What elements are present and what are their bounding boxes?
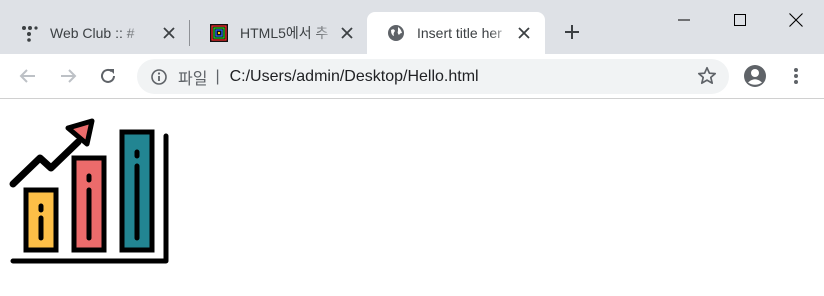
forward-arrow-icon (61, 69, 77, 83)
star-icon[interactable] (697, 66, 717, 86)
close-icon[interactable] (515, 24, 533, 42)
tab-title: Web Club :: # (50, 25, 135, 41)
maximize-button[interactable] (712, 0, 768, 40)
plus-icon (565, 25, 579, 39)
profile-button[interactable] (742, 63, 768, 89)
tab-html5[interactable]: HTML5에서 추 (190, 12, 368, 54)
webclub-icon (20, 24, 38, 42)
address-bar[interactable]: 파일 | C:/Users/admin/Desktop/Hello.html (137, 59, 729, 94)
forward-button[interactable] (55, 63, 81, 89)
tab-web-club[interactable]: Web Club :: # (0, 12, 190, 54)
reload-button[interactable] (95, 63, 121, 89)
info-icon[interactable] (150, 68, 168, 86)
reload-icon (101, 68, 115, 83)
back-button[interactable] (15, 63, 41, 89)
minimize-icon (678, 19, 690, 21)
url-text[interactable]: C:/Users/admin/Desktop/Hello.html (230, 68, 479, 86)
menu-button[interactable] (783, 63, 809, 89)
browser-window: Web Club :: # HTML5에서 추 Insert title her… (0, 0, 824, 296)
tab-strip: Web Club :: # HTML5에서 추 Insert title her (0, 0, 824, 54)
account-icon (744, 65, 766, 87)
page-content (0, 100, 824, 296)
scheme-divider: | (215, 67, 220, 85)
close-icon (789, 13, 803, 27)
trend-line (9, 138, 82, 188)
minimize-button[interactable] (656, 0, 712, 40)
tab-title: HTML5에서 추 (240, 25, 329, 41)
globe-icon (387, 24, 405, 42)
close-icon[interactable] (338, 24, 356, 42)
scheme-label: 파일 (178, 70, 208, 88)
trend-arrow-head (65, 118, 95, 147)
toolbar: 파일 | C:/Users/admin/Desktop/Hello.html (0, 54, 824, 99)
tab-insert-title[interactable]: Insert title her (367, 12, 545, 54)
back-arrow-icon (19, 69, 35, 83)
close-window-button[interactable] (768, 0, 824, 40)
kebab-menu-icon (794, 68, 798, 84)
growth-bar-chart-icon (9, 118, 169, 264)
maximize-icon (734, 14, 746, 26)
tab-title: Insert title her (417, 25, 502, 41)
close-icon[interactable] (160, 24, 178, 42)
new-tab-button[interactable] (560, 20, 584, 44)
html5-icon (210, 24, 228, 42)
